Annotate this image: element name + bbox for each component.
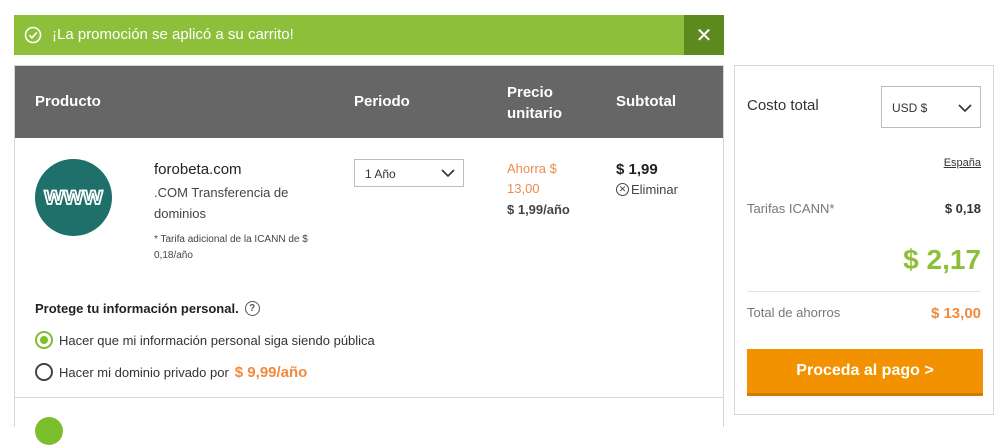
remove-label: Eliminar [631,182,678,197]
period-value: 1 Año [365,167,396,181]
domain-name: forobeta.com [154,161,242,178]
cart-panel: Producto Periodo Precio unitario Subtota… [14,65,724,445]
cart-table-header: Producto Periodo Precio unitario Subtota… [15,66,723,138]
privacy-option-private[interactable]: Hacer mi dominio privado por $ 9,99/año [35,363,307,381]
chevron-down-icon [958,104,972,113]
currency-value: USD $ [892,101,928,115]
help-icon[interactable]: ? [244,301,260,316]
close-button[interactable]: ✕ [684,15,724,55]
remove-button[interactable]: ✕ Eliminar [616,182,678,197]
header-product: Producto [35,93,101,110]
header-subtotal: Subtotal [616,93,676,110]
check-circle-icon [24,26,42,44]
period-select[interactable]: 1 Año [354,159,464,187]
www-domain-icon: www [35,159,112,236]
order-summary-panel: Costo total USD $ España Tarifas ICANN* … [734,65,994,415]
total-amount: $ 2,17 [903,244,981,275]
unit-price: $ 1,99/año [507,202,570,217]
currency-select[interactable]: USD $ [881,86,981,128]
icann-fee-label: Tarifas ICANN* [747,201,835,216]
chevron-down-icon [441,169,455,178]
section-divider [15,397,723,398]
product-description: .COM Transferencia de dominios [154,185,289,221]
icann-fee-value: $ 0,18 [944,201,981,216]
privacy-title-text: Protege tu información personal. [35,301,239,316]
total-savings-value: $ 13,00 [930,305,981,322]
header-unit-price: Precio unitario [507,84,562,122]
header-period: Periodo [354,93,410,110]
privacy-option-private-label: Hacer mi dominio privado por [59,364,229,380]
add-circle-icon[interactable] [35,417,63,445]
item-subtotal: $ 1,99 [616,161,658,178]
savings-text: Ahorra $ 13,00 [507,161,557,196]
summary-divider [747,291,981,292]
radio-selected-icon[interactable] [35,331,53,349]
checkout-button-label: Proceda al pago > [796,362,934,379]
checkout-button[interactable]: Proceda al pago > [747,349,983,396]
promo-message: ¡La promoción se aplicó a su carrito! [52,26,294,43]
close-circle-icon: ✕ [616,183,629,196]
www-icon-text: www [43,182,103,210]
country-link[interactable]: España [944,157,981,169]
www-glyph: www [42,181,104,211]
icann-fee-note: * Tarifa adicional de la ICANN de $ 0,18… [154,234,308,261]
privacy-price: $ 9,99/año [234,363,308,381]
promo-banner: ¡La promoción se aplicó a su carrito! ✕ [14,15,724,55]
total-cost-label: Costo total [747,97,819,114]
privacy-section-title: Protege tu información personal. ? [35,301,260,316]
total-savings-label: Total de ahorros [747,305,841,320]
privacy-option-public-label: Hacer que mi información personal siga s… [59,332,375,348]
privacy-option-public[interactable]: Hacer que mi información personal siga s… [35,331,375,349]
close-icon: ✕ [695,24,713,47]
radio-unselected-icon[interactable] [35,363,53,381]
